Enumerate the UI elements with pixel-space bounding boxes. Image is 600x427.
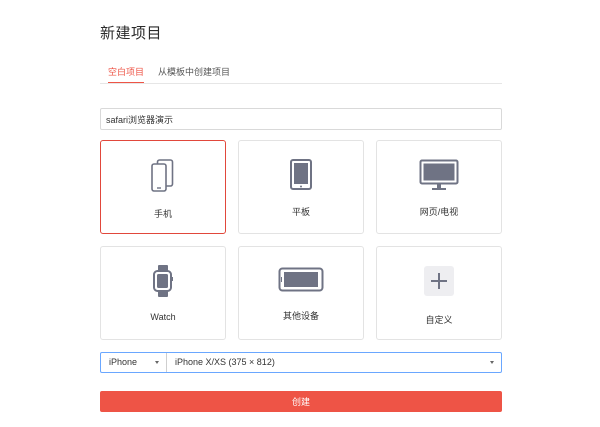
landscape-device-icon (239, 267, 363, 293)
device-card-label: 手机 (153, 209, 172, 219)
chevron-down-icon (490, 361, 494, 364)
device-card-other[interactable]: 其他设备 (238, 246, 364, 340)
device-card-web-tv[interactable]: 网页/电视 (376, 140, 502, 234)
device-card-label: 网页/电视 (419, 207, 459, 217)
device-card-label: 自定义 (425, 315, 453, 325)
screen-size-select[interactable]: iPhone X/XS (375 × 812) (167, 353, 501, 372)
device-card-label: 其他设备 (282, 311, 319, 321)
device-card-label: 平板 (291, 207, 310, 217)
plus-icon (377, 266, 501, 296)
monitor-icon (377, 159, 501, 191)
tab-from-template[interactable]: 从模板中创建项目 (158, 63, 230, 82)
phone-icon (101, 159, 225, 193)
device-card-tablet[interactable]: 平板 (238, 140, 364, 234)
tab-blank-project[interactable]: 空白项目 (108, 63, 145, 83)
screen-size-value: iPhone X/XS (375 × 812) (175, 357, 275, 367)
project-name-input[interactable] (100, 108, 502, 130)
device-card-watch[interactable]: Watch (100, 246, 226, 340)
watch-icon (101, 264, 225, 298)
device-card-phone[interactable]: 手机 (100, 140, 226, 234)
device-card-label: Watch (150, 312, 176, 322)
device-type-select[interactable]: iPhone (101, 353, 167, 372)
page-title: 新建项目 (100, 25, 163, 42)
device-size-selector: iPhone iPhone X/XS (375 × 812) (100, 352, 502, 373)
tablet-icon (239, 159, 363, 191)
project-tabs: 空白项目 从模板中创建项目 (100, 63, 502, 84)
create-button[interactable]: 创建 (100, 391, 502, 412)
device-type-value: iPhone (109, 357, 138, 367)
new-project-page: 新建项目 空白项目 从模板中创建项目 手机 平板 (0, 0, 600, 427)
device-card-custom[interactable]: 自定义 (376, 246, 502, 340)
chevron-down-icon (155, 361, 159, 364)
